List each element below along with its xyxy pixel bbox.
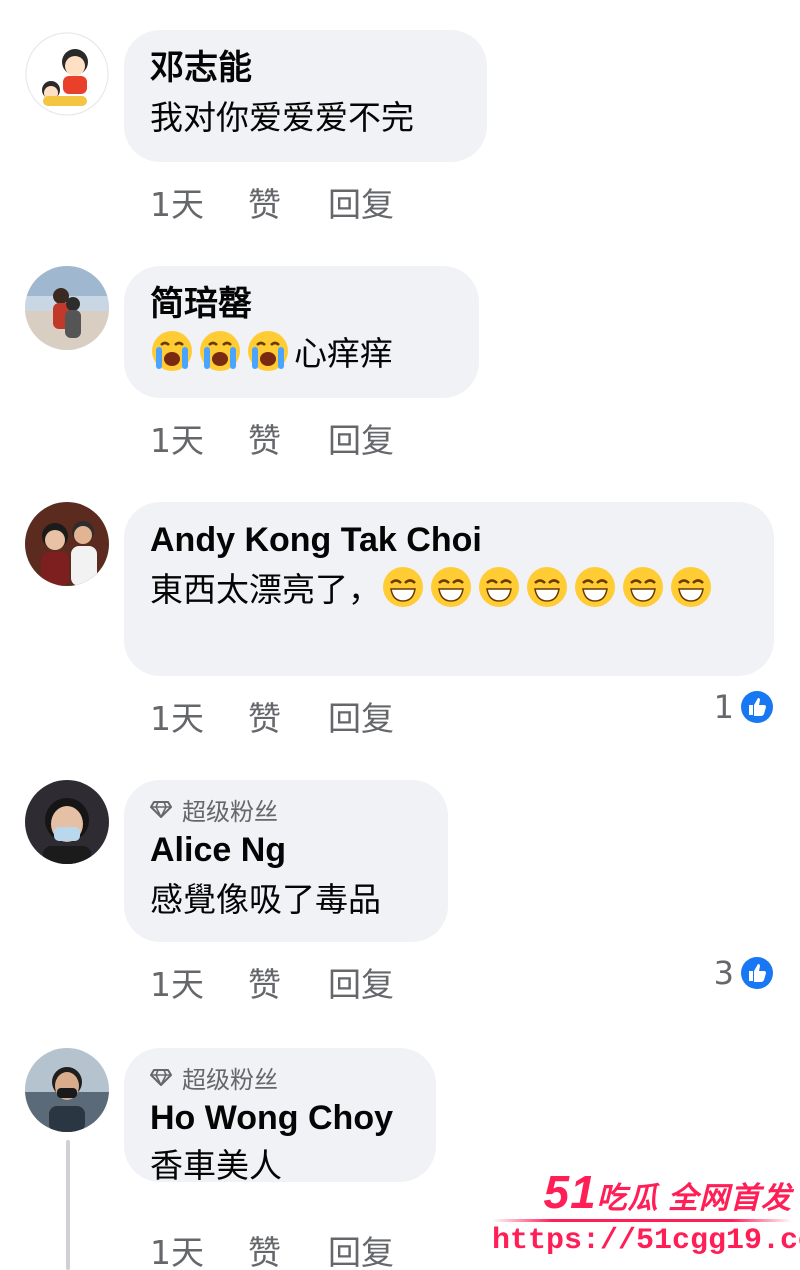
reply-thread-line <box>66 1140 70 1270</box>
like-button[interactable]: 赞 <box>248 178 328 226</box>
comment-text: 感覺像吸了毒品 <box>150 880 381 919</box>
like-button[interactable]: 赞 <box>248 414 328 462</box>
like-button[interactable]: 赞 <box>248 692 328 740</box>
top-fan-badge: 超级粉丝 <box>150 794 422 826</box>
comment-bubble: 简琣罄 心￼痒痒 <box>124 266 479 398</box>
grinning-face-emoji <box>623 567 663 607</box>
timestamp[interactable]: 1天 <box>150 958 248 1006</box>
badge-label: 超级粉丝 <box>182 1065 278 1094</box>
avatar[interactable] <box>25 266 109 350</box>
timestamp[interactable]: 1天 <box>150 178 248 226</box>
reply-button[interactable]: 回复 <box>328 958 394 1006</box>
author-name[interactable]: 简琣罄 <box>150 282 453 326</box>
watermark: 51吃瓜 全网首发 https://51cgg19.com <box>492 1169 800 1258</box>
comment-text-tail: 心￼痒痒 <box>294 334 393 373</box>
author-name[interactable]: 邓志能 <box>150 46 461 90</box>
watermark-brand-number: 51 <box>543 1166 597 1218</box>
avatar[interactable] <box>25 1048 109 1132</box>
comment-text: 我对你爱爱爱不完 <box>150 98 414 137</box>
diamond-icon <box>150 801 172 818</box>
reaction-summary[interactable]: 1 <box>714 688 774 726</box>
avatar[interactable] <box>25 32 109 116</box>
reaction-count: 3 <box>713 954 734 992</box>
timestamp[interactable]: 1天 <box>150 692 248 740</box>
grinning-face-emoji <box>479 567 519 607</box>
like-reaction-icon <box>741 957 773 989</box>
comment-actions: 1天 赞 回复 <box>150 414 394 462</box>
watermark-divider <box>492 1219 792 1222</box>
grinning-face-emoji <box>431 567 471 607</box>
comment-text: 香車美人 <box>150 1146 282 1185</box>
grinning-face-emoji <box>383 567 423 607</box>
reply-button[interactable]: 回复 <box>328 692 394 740</box>
comment-text: 心￼痒痒 <box>150 328 453 380</box>
like-button[interactable]: 赞 <box>248 1226 328 1270</box>
reply-button[interactable]: 回复 <box>328 178 394 226</box>
reply-button[interactable]: 回复 <box>328 1226 394 1270</box>
author-name[interactable]: Andy Kong Tak Choi <box>150 518 748 562</box>
author-name[interactable]: Ho Wong Choy <box>150 1096 410 1140</box>
like-button[interactable]: 赞 <box>248 958 328 1006</box>
comment-actions: 1天 赞 回复 <box>150 1226 394 1270</box>
comment-text-head: 東西太漂亮了， <box>150 570 381 609</box>
watermark-url: https://51cgg19.com <box>492 1224 800 1258</box>
comment-actions: 1天 赞 回复 <box>150 692 394 740</box>
grinning-face-emoji <box>671 567 711 607</box>
badge-label: 超级粉丝 <box>182 797 278 826</box>
like-reaction-icon <box>741 691 773 723</box>
comments-feed: 邓志能 我对你爱爱爱不完 1天 赞 回复 简琣罄 心￼痒痒 1天 赞 回复 An… <box>0 0 800 1270</box>
comment-text: 東西太漂亮了， <box>150 564 750 616</box>
comment-bubble: 超级粉丝 Alice Ng 感覺像吸了毒品 <box>124 780 448 942</box>
grinning-face-emoji <box>575 567 615 607</box>
timestamp[interactable]: 1天 <box>150 414 248 462</box>
comment-actions: 1天 赞 回复 <box>150 178 394 226</box>
reaction-summary[interactable]: 3 <box>714 954 774 992</box>
crying-face-emoji <box>248 331 288 371</box>
top-fan-badge: 超级粉丝 <box>150 1062 410 1094</box>
avatar[interactable] <box>25 780 109 864</box>
reply-button[interactable]: 回复 <box>328 414 394 462</box>
watermark-brand-text: 吃瓜 全网首发 <box>596 1182 792 1215</box>
author-name[interactable]: Alice Ng <box>150 828 422 872</box>
comment-bubble: 超级粉丝 Ho Wong Choy 香車美人 <box>124 1048 436 1185</box>
crying-face-emoji <box>152 331 192 371</box>
watermark-brand: 51吃瓜 全网首发 <box>492 1169 792 1217</box>
avatar[interactable] <box>25 502 109 586</box>
crying-face-emoji <box>200 331 240 371</box>
grinning-face-emoji <box>527 567 567 607</box>
reaction-count: 1 <box>713 688 734 726</box>
timestamp[interactable]: 1天 <box>150 1226 248 1270</box>
comment-bubble: Andy Kong Tak Choi 東西太漂亮了， <box>124 502 774 676</box>
diamond-icon <box>150 1069 172 1086</box>
comment-actions: 1天 赞 回复 <box>150 958 394 1006</box>
comment-bubble: 邓志能 我对你爱爱爱不完 <box>124 30 487 162</box>
